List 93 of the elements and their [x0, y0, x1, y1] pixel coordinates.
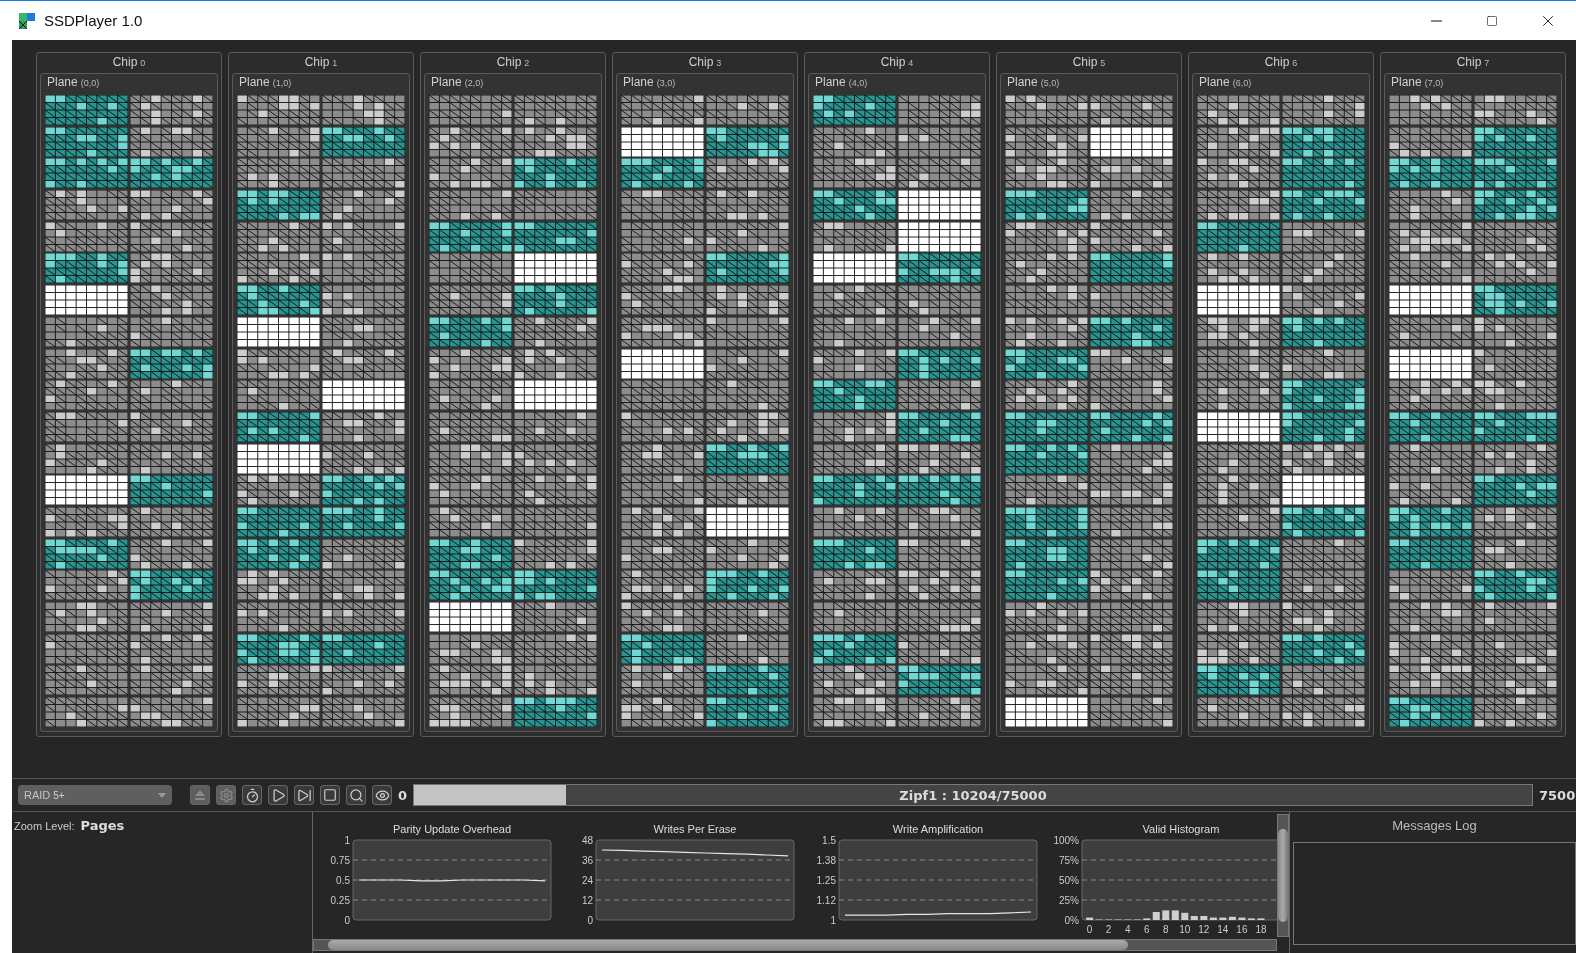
- axis-tick-label: 0.5: [336, 875, 350, 886]
- chart-title: Valid Histogram: [1142, 823, 1220, 835]
- axis-tick-label: 0: [587, 915, 593, 926]
- chip-number: 6: [1292, 58, 1298, 68]
- chip-title: Chip: [496, 55, 522, 69]
- play-icon: [270, 787, 286, 803]
- step-forward-icon: [296, 787, 312, 803]
- eye-button[interactable]: [372, 785, 392, 805]
- axis-tick-label: 25%: [1059, 895, 1079, 906]
- stop-button[interactable]: [320, 785, 340, 805]
- chart-title: Write Amplification: [892, 823, 984, 835]
- chip-title: Chip: [1456, 55, 1482, 69]
- plane-title: Plane: [815, 75, 846, 89]
- axis-tick-label: 8: [1163, 924, 1169, 935]
- axis-tick-label: 100%: [1053, 835, 1079, 846]
- eye-icon: [374, 787, 390, 803]
- chart-title: Parity Update Overhead: [393, 823, 511, 835]
- vertical-scrollbar[interactable]: [1277, 814, 1289, 937]
- axis-tick-label: 18: [1255, 924, 1267, 935]
- axis-tick-label: 1.25: [816, 875, 836, 886]
- plane-coords: (5,0): [1040, 78, 1060, 88]
- axis-tick-label: 0: [344, 915, 350, 926]
- chip-number: 7: [1484, 58, 1490, 68]
- axis-tick-label: 1.5: [822, 835, 836, 846]
- step-button[interactable]: [294, 785, 314, 805]
- axis-tick-label: 75%: [1059, 855, 1079, 866]
- axis-tick-label: 36: [581, 855, 593, 866]
- messages-log-title: Messages Log: [1392, 818, 1477, 835]
- chip-title: Chip: [880, 55, 906, 69]
- axis-tick-label: 48: [581, 835, 593, 846]
- axis-tick-label: 0%: [1064, 915, 1079, 926]
- stopwatch-button[interactable]: [242, 785, 262, 805]
- plane-title: Plane: [431, 75, 462, 89]
- plane-coords: (4,0): [848, 78, 868, 88]
- play-button[interactable]: [268, 785, 288, 805]
- zoom-level-value: Pages: [80, 818, 125, 833]
- axis-tick-label: 24: [581, 875, 593, 886]
- search-icon: [348, 787, 364, 803]
- chip-number: 2: [524, 58, 530, 68]
- axis-tick-label: 16: [1236, 924, 1248, 935]
- stopwatch-icon: [244, 787, 260, 803]
- plane-coords: (3,0): [656, 78, 676, 88]
- chip-title: Chip: [304, 55, 330, 69]
- axis-tick-label: 14: [1217, 924, 1229, 935]
- chip-title: Chip: [112, 55, 138, 69]
- plane-title: Plane: [623, 75, 654, 89]
- progress-start: 0: [398, 787, 408, 803]
- app-icon: [18, 11, 36, 30]
- axis-tick-label: 12: [581, 895, 593, 906]
- window-title: SSDPlayer 1.0: [44, 12, 143, 29]
- zoom-button[interactable]: [346, 785, 366, 805]
- axis-tick-label: 12: [1198, 924, 1210, 935]
- maximize-icon: [1486, 14, 1498, 27]
- plane-coords: (1,0): [272, 78, 292, 88]
- axis-tick-label: 1: [830, 915, 836, 926]
- axis-tick-label: 1: [344, 835, 350, 846]
- caret-icon: [158, 792, 166, 798]
- progress-label: Zipf1 : 10204/75000: [899, 787, 1047, 803]
- axis-tick-label: 0.25: [330, 895, 350, 906]
- axis-tick-label: 1.12: [816, 895, 836, 906]
- progress-total: 7500: [1539, 787, 1576, 803]
- plane-title: Plane: [239, 75, 270, 89]
- zoom-level-label: Zoom Level:: [14, 820, 75, 832]
- chip-number: 5: [1100, 58, 1106, 68]
- axis-tick-label: 1.38: [816, 855, 836, 866]
- chip-title: Chip: [1264, 55, 1290, 69]
- chip-number: 4: [908, 58, 914, 68]
- axis-tick-label: 10: [1179, 924, 1191, 935]
- axis-tick-label: 50%: [1059, 875, 1079, 886]
- axis-tick-label: 0.75: [330, 855, 350, 866]
- chip-title: Chip: [688, 55, 714, 69]
- axis-tick-label: 2: [1105, 924, 1112, 935]
- plane-title: Plane: [47, 75, 78, 89]
- plane-coords: (0,0): [80, 78, 100, 88]
- axis-tick-label: 4: [1124, 924, 1131, 935]
- plane-coords: (6,0): [1232, 78, 1252, 88]
- chip-number: 0: [140, 58, 146, 68]
- plane-coords: (7,0): [1424, 78, 1444, 88]
- axis-tick-label: 0: [1086, 924, 1093, 935]
- horizontal-scrollbar[interactable]: [313, 939, 1277, 951]
- eject-icon: [193, 788, 207, 802]
- plane-title: Plane: [1007, 75, 1038, 89]
- stop-icon: [323, 788, 337, 802]
- settings-icon: [218, 787, 234, 803]
- plane-title: Plane: [1391, 75, 1422, 89]
- chip-number: 3: [716, 58, 722, 68]
- plane-title: Plane: [1199, 75, 1230, 89]
- axis-tick-label: 6: [1143, 924, 1150, 935]
- chart-title: Writes Per Erase: [653, 823, 737, 835]
- chip-number: 1: [332, 58, 338, 68]
- plane-coords: (2,0): [464, 78, 484, 88]
- chip-title: Chip: [1072, 55, 1098, 69]
- minimize-icon: [1430, 19, 1442, 22]
